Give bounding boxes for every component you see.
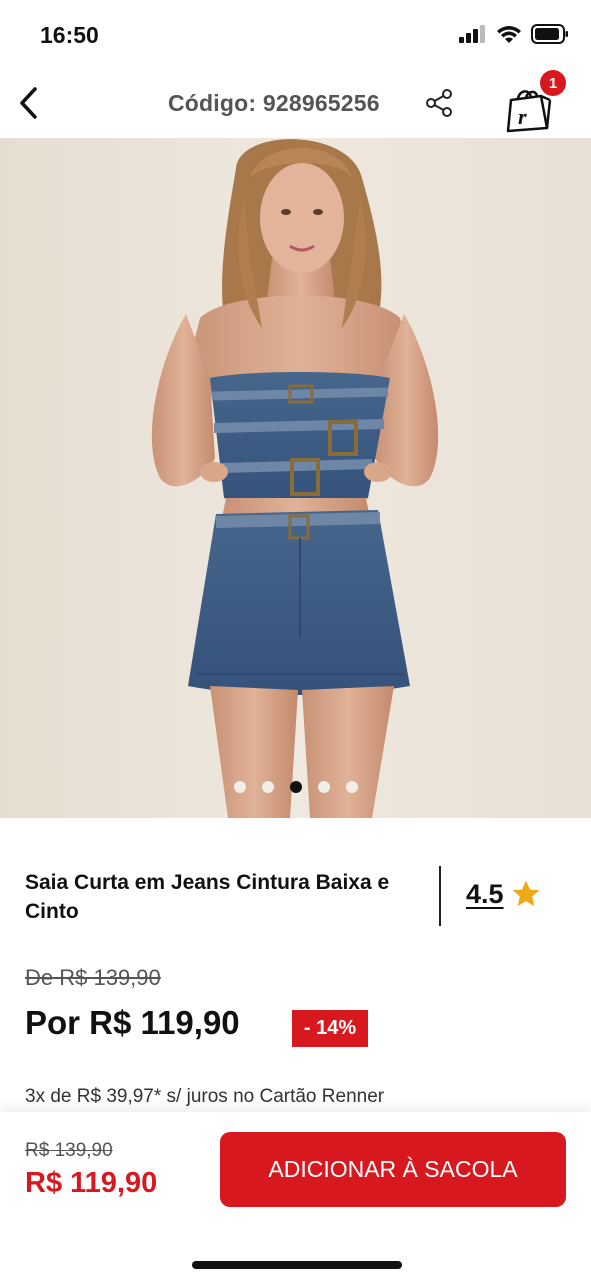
carousel-dot[interactable] [289,781,302,793]
back-button[interactable] [8,80,48,126]
status-icons [459,24,569,44]
add-to-bag-button[interactable]: ADICIONAR À SACOLA [220,1132,566,1207]
old-price: De R$ 139,90 [25,965,161,990]
carousel-dot[interactable] [261,781,274,793]
bottom-purchase-bar: R$ 139,90 R$ 119,90 ADICIONAR À SACOLA [0,1112,591,1280]
share-icon [426,89,452,117]
rating-value: 4.5 [466,878,504,909]
bag-count-badge: 1 [540,70,566,96]
bar-old-price: R$ 139,90 [25,1140,113,1161]
shopping-bag-button[interactable]: r 1 [500,70,566,134]
carousel-dot[interactable] [345,781,358,793]
wifi-icon [497,26,521,43]
current-price: Por R$ 119,90 [25,1004,240,1041]
product-header: Código: 928965256 r 1 [0,66,591,140]
svg-text:r: r [518,104,527,129]
chevron-left-icon [20,87,37,119]
carousel-dots [0,781,591,793]
divider [439,866,441,926]
share-button[interactable] [420,84,458,122]
product-code: Código: 928965256 [168,90,380,116]
carousel-dot[interactable] [317,781,330,793]
status-time: 16:50 [40,22,99,48]
status-bar: 16:50 [0,0,591,66]
battery-icon [531,24,568,44]
signal-icon [459,25,485,43]
carousel-dot[interactable] [233,781,246,793]
bar-current-price: R$ 119,90 [25,1167,158,1199]
star-icon [512,880,539,906]
discount-badge: - 14% [292,1010,368,1047]
installments-text: 3x de R$ 39,97* s/ juros no Cartão Renne… [25,1086,385,1107]
product-photo [0,138,591,818]
home-indicator[interactable] [192,1261,402,1269]
product-title: Saia Curta em Jeans Cintura Baixa e Cint… [25,871,390,923]
product-image-gallery[interactable] [0,138,591,818]
rating[interactable]: 4.5 [466,878,542,910]
